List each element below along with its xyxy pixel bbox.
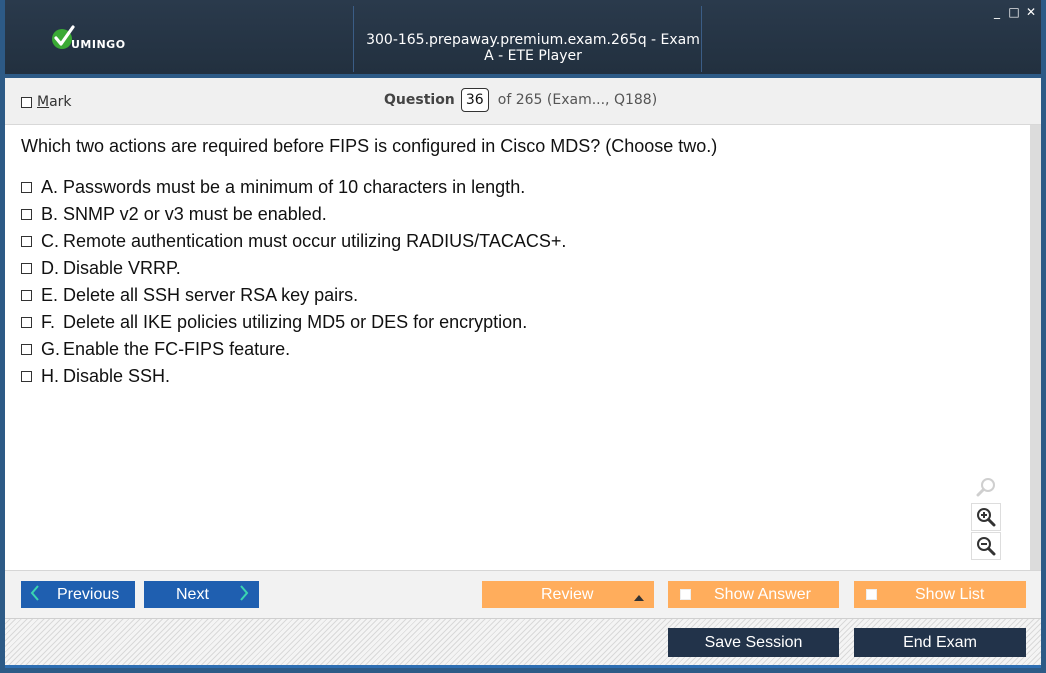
vertical-scrollbar[interactable] (1030, 125, 1041, 570)
question-header: Mark Question 36 of 265 (Exam..., Q188) (5, 78, 1041, 125)
review-button[interactable]: Review (482, 581, 654, 608)
checkbox-icon[interactable] (21, 344, 32, 355)
zoom-out-button[interactable] (971, 532, 1001, 560)
show-list-button[interactable]: Show List (854, 581, 1026, 608)
option-text: Passwords must be a minimum of 10 charac… (63, 177, 526, 197)
show-list-label: Show List (915, 586, 985, 603)
app-window: UMINGO 300-165.prepaway.premium.exam.265… (0, 0, 1046, 673)
review-label: Review (541, 586, 594, 603)
option-letter: H. (41, 366, 59, 386)
checkbox-icon[interactable] (866, 589, 877, 600)
next-label: Next (176, 586, 209, 603)
option-text: Delete all IKE policies utilizing MD5 or… (63, 312, 528, 332)
checkbox-icon[interactable] (21, 96, 32, 108)
question-label: Question (384, 92, 455, 108)
option-letter: A. (41, 177, 59, 197)
option-letter: D. (41, 258, 59, 278)
vumingo-logo: UMINGO (51, 24, 141, 56)
question-total: of 265 (Exam..., Q188) (497, 92, 658, 108)
option-b[interactable]: B. SNMP v2 or v3 must be enabled. (21, 201, 566, 228)
footer-bar: Save Session End Exam (5, 618, 1041, 665)
checkbox-icon[interactable] (21, 263, 32, 274)
checkbox-icon[interactable] (21, 182, 32, 193)
title-separator (353, 6, 354, 72)
option-text: Disable SSH. (63, 366, 171, 386)
checkbox-icon[interactable] (21, 290, 32, 301)
show-answer-button[interactable]: Show Answer (668, 581, 839, 608)
mark-label: Mark (37, 94, 72, 110)
title-separator (701, 6, 702, 72)
next-button[interactable]: Next (144, 581, 259, 608)
save-session-button[interactable]: Save Session (668, 628, 839, 657)
bottom-border (5, 665, 1041, 668)
navigation-bar: Previous Next Review Show Answer Show Li… (5, 570, 1041, 618)
option-text: Disable VRRP. (63, 258, 181, 278)
chevron-left-icon (29, 583, 41, 608)
previous-button[interactable]: Previous (21, 581, 135, 608)
question-text: Which two actions are required before FI… (21, 136, 718, 156)
option-letter: F. (41, 312, 56, 332)
question-counter: Question 36 of 265 (Exam..., Q188) (384, 88, 657, 112)
option-h[interactable]: H. Disable SSH. (21, 363, 566, 390)
checkbox-icon[interactable] (21, 209, 32, 220)
option-g[interactable]: G. Enable the FC-FIPS feature. (21, 336, 566, 363)
window-title: 300-165.prepaway.premium.exam.265q - Exa… (366, 32, 700, 64)
checkbox-icon[interactable] (680, 589, 691, 600)
show-answer-label: Show Answer (714, 586, 811, 603)
option-letter: G. (41, 339, 61, 359)
zoom-in-icon (977, 508, 996, 527)
caret-up-icon (634, 589, 644, 607)
zoom-out-icon (977, 537, 996, 556)
option-text: Enable the FC-FIPS feature. (63, 339, 291, 359)
previous-label: Previous (57, 586, 120, 603)
question-content: Which two actions are required before FI… (5, 125, 1041, 570)
option-c[interactable]: C. Remote authentication must occur utili… (21, 228, 566, 255)
option-f[interactable]: F. Delete all IKE policies utilizing MD5 … (21, 309, 566, 336)
option-e[interactable]: E. Delete all SSH server RSA key pairs. (21, 282, 566, 309)
option-text: Delete all SSH server RSA key pairs. (63, 285, 359, 305)
title-bar: UMINGO 300-165.prepaway.premium.exam.265… (5, 0, 1041, 74)
magnifier-icon (971, 473, 1001, 501)
option-letter: C. (41, 231, 59, 251)
option-text: Remote authentication must occur utilizi… (63, 231, 567, 251)
option-text: SNMP v2 or v3 must be enabled. (63, 204, 327, 224)
option-a[interactable]: A. Passwords must be a minimum of 10 char… (21, 174, 566, 201)
answer-options: A. Passwords must be a minimum of 10 char… (21, 174, 566, 390)
minimize-button[interactable]: _ (991, 6, 1003, 18)
checkbox-icon[interactable] (21, 236, 32, 247)
checkbox-icon[interactable] (21, 317, 32, 328)
option-d[interactable]: D. Disable VRRP. (21, 255, 566, 282)
checkbox-icon[interactable] (21, 371, 32, 382)
chevron-right-icon (238, 583, 250, 608)
zoom-in-button[interactable] (971, 503, 1001, 531)
mark-checkbox[interactable]: Mark (21, 94, 72, 110)
end-exam-button[interactable]: End Exam (854, 628, 1026, 657)
logo-text: UMINGO (71, 38, 126, 51)
option-letter: E. (41, 285, 59, 305)
close-button[interactable]: ✕ (1025, 6, 1037, 18)
question-number-input[interactable]: 36 (460, 88, 489, 112)
option-letter: B. (41, 204, 59, 224)
maximize-button[interactable]: □ (1008, 6, 1020, 18)
